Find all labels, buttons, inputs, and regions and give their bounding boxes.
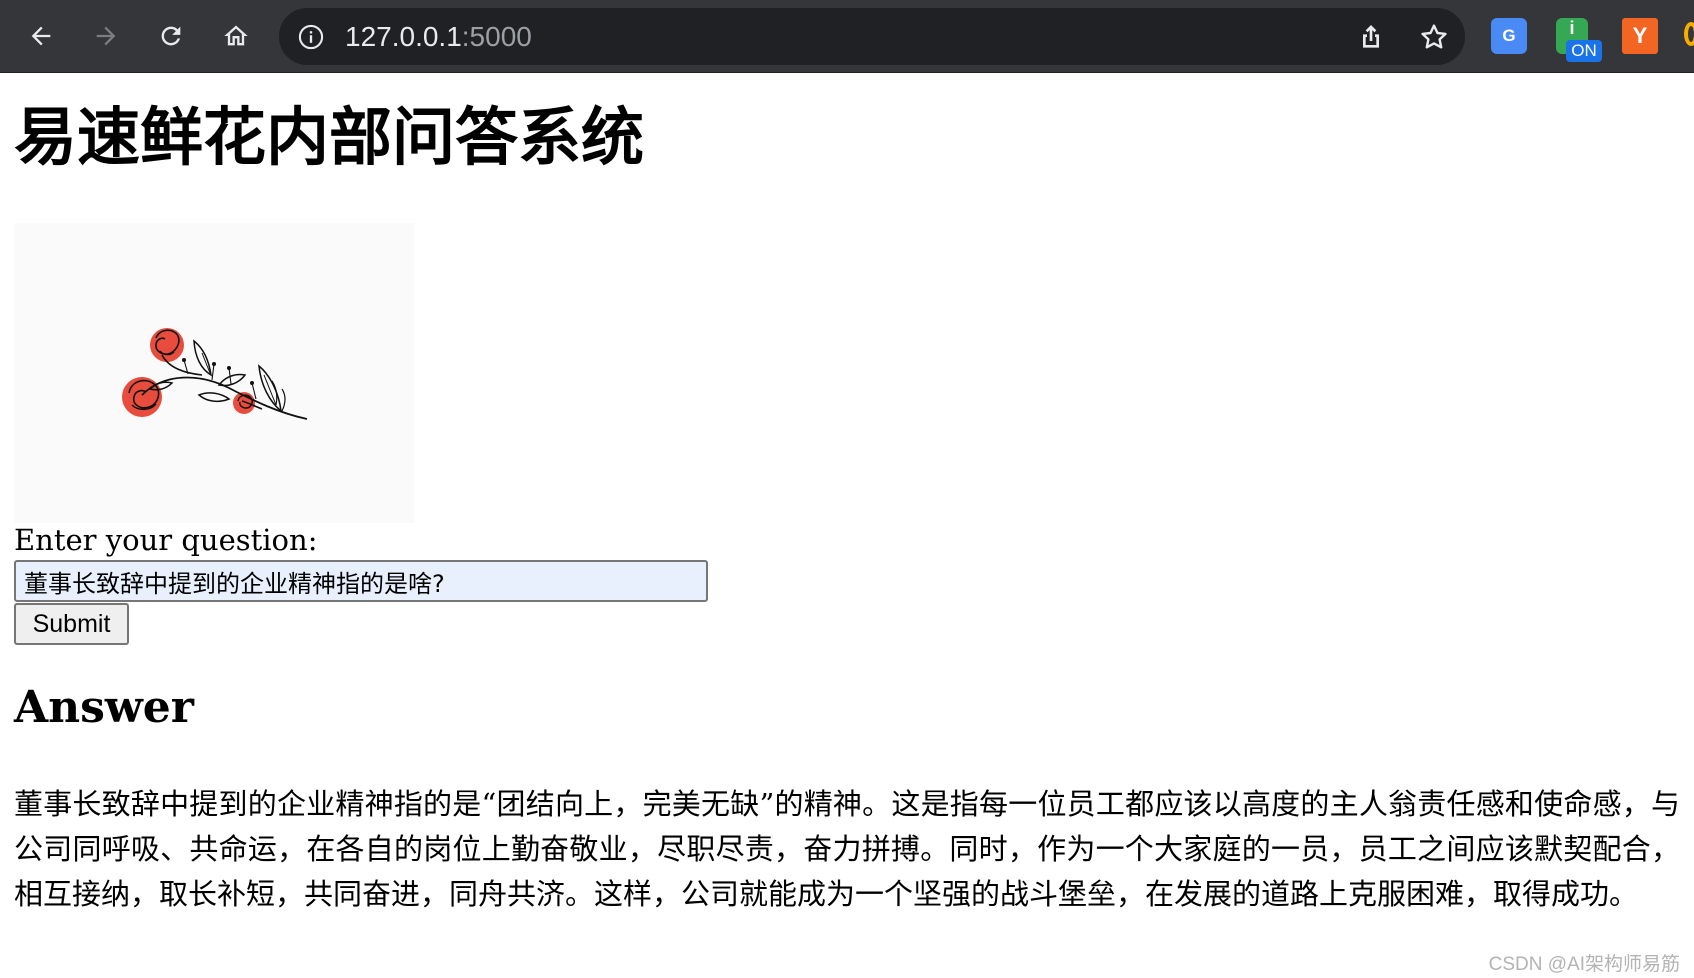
reload-button[interactable] <box>149 14 193 58</box>
answer-heading: Answer <box>14 682 194 733</box>
question-input[interactable] <box>14 560 708 602</box>
question-label: Enter your question: <box>14 523 318 557</box>
forward-button[interactable] <box>84 14 128 58</box>
home-icon <box>224 25 248 46</box>
translate-extension-label: G <box>1502 26 1516 45</box>
watermark: CSDN @AI架构师易筋 <box>1488 954 1680 975</box>
on-badge: ON <box>1566 40 1602 62</box>
browser-toolbar: 127.0.0.1:5000 G i ON Y <box>0 0 1694 73</box>
url-text[interactable]: 127.0.0.1:5000 <box>345 8 532 65</box>
share-icon[interactable] <box>1355 21 1387 53</box>
address-bar[interactable]: 127.0.0.1:5000 <box>279 8 1465 65</box>
rose-illustration-icon <box>122 328 308 420</box>
partial-extension-icon[interactable] <box>1684 22 1694 46</box>
url-host: 127.0.0.1 <box>345 21 462 52</box>
flower-image <box>14 223 414 523</box>
google-translate-icon[interactable]: G <box>1491 18 1527 54</box>
page-title: 易速鲜花内部问答系统 <box>14 100 644 174</box>
bookmark-star-icon[interactable] <box>1418 21 1450 53</box>
reload-icon <box>161 26 181 46</box>
on-extension-icon[interactable]: i ON <box>1556 18 1602 64</box>
site-info-icon[interactable] <box>297 23 325 51</box>
y-extension-label: Y <box>1632 23 1648 48</box>
back-button[interactable] <box>19 14 63 58</box>
arrow-left-icon <box>31 26 51 46</box>
arrow-right-icon <box>96 26 116 46</box>
url-port: :5000 <box>461 21 532 52</box>
home-button[interactable] <box>214 14 258 58</box>
y-extension-icon[interactable]: Y <box>1622 18 1658 54</box>
submit-button[interactable]: Submit <box>14 603 129 645</box>
answer-text: 董事长致辞中提到的企业精神指的是“团结向上，完美无缺”的精神。这是指每一位员工都… <box>14 787 1680 911</box>
